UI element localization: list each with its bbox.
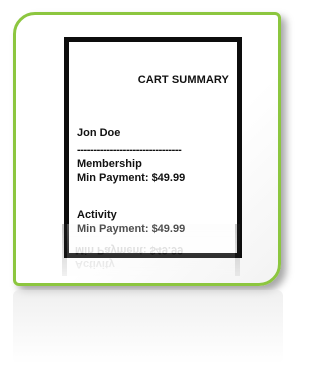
cart-summary-graphic: CART SUMMARY Jon Doe -------------------… <box>0 0 295 368</box>
cart-title: CART SUMMARY <box>137 74 229 86</box>
reflection-item-name: Activity <box>75 258 115 270</box>
receipt-reflection: Activity Min Payment: $49.99 <box>62 224 240 294</box>
reflection-frame: Activity Min Payment: $49.99 <box>62 224 240 276</box>
cart-item-min-payment: Min Payment: $49.99 <box>77 172 186 184</box>
reflection-item-min-payment: Min Payment: $49.99 <box>75 244 184 256</box>
receipt-divider: -------------------------------- <box>77 144 182 156</box>
customer-name: Jon Doe <box>77 127 121 139</box>
cart-item-name: Activity <box>77 209 117 221</box>
cart-item-name: Membership <box>77 158 142 170</box>
reflection-shadow <box>13 290 283 364</box>
